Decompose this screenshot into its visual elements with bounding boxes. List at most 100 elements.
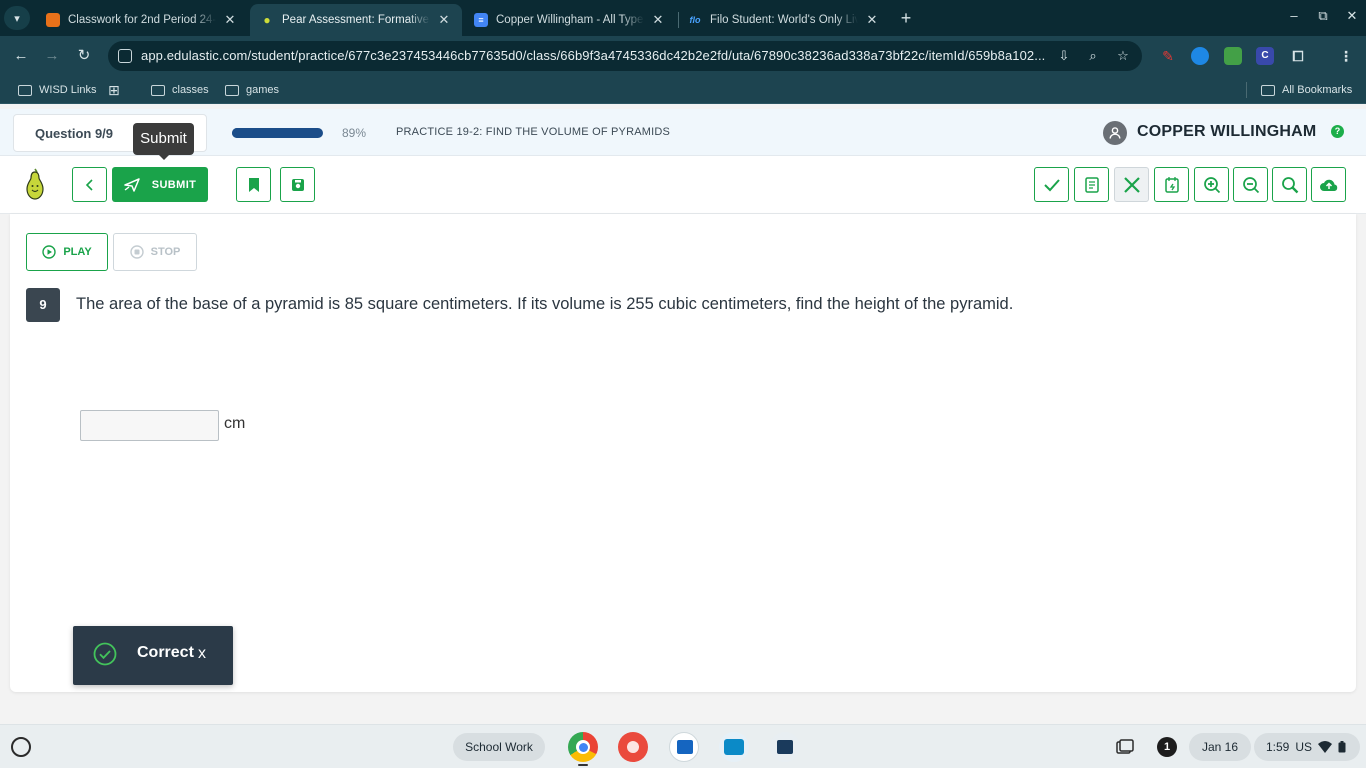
extensions-puzzle-icon[interactable]: ⧠ bbox=[1289, 47, 1307, 65]
calculator-button[interactable] bbox=[1154, 167, 1189, 202]
bookmark-label: games bbox=[246, 84, 280, 96]
tab-title: Copper Willingham - All Types bbox=[496, 14, 644, 26]
tab-classwork[interactable]: Classwork for 2nd Period 24-25 ✕ bbox=[36, 4, 248, 36]
bookmark-games[interactable]: games bbox=[225, 82, 279, 98]
reference-sheet-icon bbox=[1084, 176, 1099, 193]
close-icon[interactable]: ✕ bbox=[222, 12, 238, 28]
paint-app-icon[interactable] bbox=[618, 732, 648, 762]
google-docs-icon: ≡ bbox=[474, 13, 488, 27]
question-text: The area of the base of a pyramid is 85 … bbox=[76, 295, 1014, 313]
screencast-app-icon[interactable] bbox=[669, 732, 699, 762]
system-tray[interactable]: 1:59 US bbox=[1254, 733, 1360, 761]
os-shelf: School Work 1 Jan 16 1:59 US bbox=[0, 724, 1366, 768]
progress-bar bbox=[232, 128, 323, 138]
bookmarks-separator bbox=[1246, 82, 1247, 98]
tab-google-docs[interactable]: ≡ Copper Willingham - All Types ✕ bbox=[464, 4, 676, 36]
extension-pen-icon[interactable]: ✎ bbox=[1159, 47, 1177, 65]
extension-circle-icon[interactable] bbox=[1191, 47, 1209, 65]
zoom-icon[interactable]: ⌕ bbox=[1084, 47, 1102, 65]
notification-count-badge[interactable]: 1 bbox=[1157, 737, 1177, 757]
restore-icon[interactable]: ⧉ bbox=[1312, 8, 1334, 24]
submit-tooltip: Submit bbox=[133, 123, 194, 160]
previous-question-button[interactable] bbox=[72, 167, 107, 202]
tab-filo[interactable]: flo Filo Student: World's Only Live ✕ bbox=[678, 4, 890, 36]
bookmark-wisd-links[interactable]: WISD Links bbox=[18, 82, 96, 98]
close-icon[interactable]: ✕ bbox=[864, 12, 880, 28]
answer-input[interactable] bbox=[80, 410, 219, 441]
all-bookmarks[interactable]: All Bookmarks bbox=[1261, 82, 1352, 98]
launcher-icon[interactable] bbox=[11, 737, 31, 757]
pear-icon: ● bbox=[263, 13, 271, 27]
wifi-icon bbox=[1318, 741, 1333, 753]
submit-label: SUBMIT bbox=[151, 178, 197, 191]
screen-capture-icon[interactable] bbox=[1112, 733, 1138, 761]
play-icon bbox=[42, 245, 57, 259]
site-info-icon[interactable] bbox=[118, 49, 132, 63]
desk-button[interactable]: School Work bbox=[453, 733, 545, 761]
install-app-icon[interactable]: ⇩ bbox=[1055, 47, 1073, 65]
bookmark-label: WISD Links bbox=[39, 84, 97, 96]
zoom-in-icon bbox=[1203, 176, 1220, 193]
zoom-out-icon bbox=[1242, 176, 1259, 193]
tab-pear-assessment[interactable]: ● Pear Assessment: Formative and ✕ bbox=[250, 4, 462, 36]
calendar-calc-icon bbox=[1164, 176, 1179, 193]
chart-app-icon[interactable] bbox=[770, 732, 800, 762]
avatar[interactable] bbox=[1103, 121, 1127, 145]
user-name: COPPER WILLINGHAM bbox=[1137, 123, 1317, 140]
check-circle-icon bbox=[93, 642, 117, 666]
address-bar[interactable]: app.edulastic.com/student/practice/677c3… bbox=[108, 41, 1142, 71]
capture-glyph bbox=[1116, 739, 1134, 754]
bookmark-star-icon[interactable]: ☆ bbox=[1114, 47, 1132, 65]
bookmark-classes[interactable]: classes bbox=[151, 82, 209, 98]
browser-tab-strip: ▾ Classwork for 2nd Period 24-25 ✕ ● Pea… bbox=[0, 0, 1366, 36]
zoom-out-button[interactable] bbox=[1233, 167, 1268, 202]
toast-close-icon[interactable]: x bbox=[198, 645, 206, 663]
minimize-icon[interactable]: – bbox=[1283, 8, 1305, 23]
toast-message: Correct bbox=[137, 644, 194, 661]
zoom-in-button[interactable] bbox=[1194, 167, 1229, 202]
play-button[interactable]: PLAY bbox=[26, 233, 108, 271]
assessment-header: Question 9/9 ▼ 89% PRACTICE 19-2: FIND T… bbox=[0, 109, 1366, 156]
save-icon bbox=[291, 178, 304, 191]
upload-button[interactable] bbox=[1311, 167, 1346, 202]
folder-icon bbox=[225, 84, 239, 96]
tab-title: Pear Assessment: Formative and bbox=[282, 14, 430, 26]
check-answer-button[interactable] bbox=[1034, 167, 1069, 202]
submit-button[interactable]: SUBMIT bbox=[112, 167, 208, 202]
magnifier-icon bbox=[1281, 176, 1298, 193]
progress-fill bbox=[232, 128, 313, 138]
correct-toast: Correct x bbox=[73, 626, 233, 685]
chrome-center bbox=[576, 740, 590, 754]
apps-grid-icon[interactable]: ⊞ bbox=[108, 82, 120, 98]
close-x-icon bbox=[1123, 176, 1140, 193]
back-icon[interactable]: ← bbox=[10, 45, 32, 67]
forward-icon[interactable]: → bbox=[41, 45, 63, 67]
stop-button[interactable]: STOP bbox=[113, 233, 197, 271]
magnifier-button[interactable] bbox=[1272, 167, 1307, 202]
reference-sheet-button[interactable] bbox=[1074, 167, 1109, 202]
extension-c-icon[interactable]: C bbox=[1256, 47, 1274, 65]
tab-search-button[interactable]: ▾ bbox=[4, 6, 30, 30]
browser-menu-icon[interactable]: ⋮ bbox=[1337, 47, 1355, 65]
new-tab-button[interactable]: + bbox=[896, 8, 916, 28]
chevron-left-icon bbox=[85, 178, 93, 191]
save-button[interactable] bbox=[280, 167, 315, 202]
date-chip[interactable]: Jan 16 bbox=[1189, 733, 1251, 761]
action-toolbar: SUBMIT bbox=[0, 156, 1366, 214]
progress-percent: 89% bbox=[342, 126, 367, 140]
close-window-icon[interactable]: ✕ bbox=[1341, 8, 1363, 24]
assignment-title: PRACTICE 19-2: FIND THE VOLUME OF PYRAMI… bbox=[396, 126, 671, 138]
answer-eliminator-button[interactable] bbox=[1114, 167, 1149, 202]
tab-title: Classwork for 2nd Period 24-25 bbox=[68, 14, 216, 26]
bookmark-label: classes bbox=[172, 84, 209, 96]
reload-icon[interactable]: ↻ bbox=[73, 45, 95, 67]
bookmark-question-button[interactable] bbox=[236, 167, 271, 202]
close-icon[interactable]: ✕ bbox=[436, 12, 452, 28]
active-app-indicator bbox=[578, 764, 588, 766]
chrome-icon[interactable] bbox=[568, 732, 598, 762]
extension-grid-icon[interactable] bbox=[1224, 47, 1242, 65]
help-icon[interactable]: ? bbox=[1331, 125, 1344, 138]
classroom-app-icon[interactable] bbox=[719, 732, 749, 762]
close-icon[interactable]: ✕ bbox=[650, 12, 666, 28]
cloud-upload-icon bbox=[1319, 179, 1337, 191]
